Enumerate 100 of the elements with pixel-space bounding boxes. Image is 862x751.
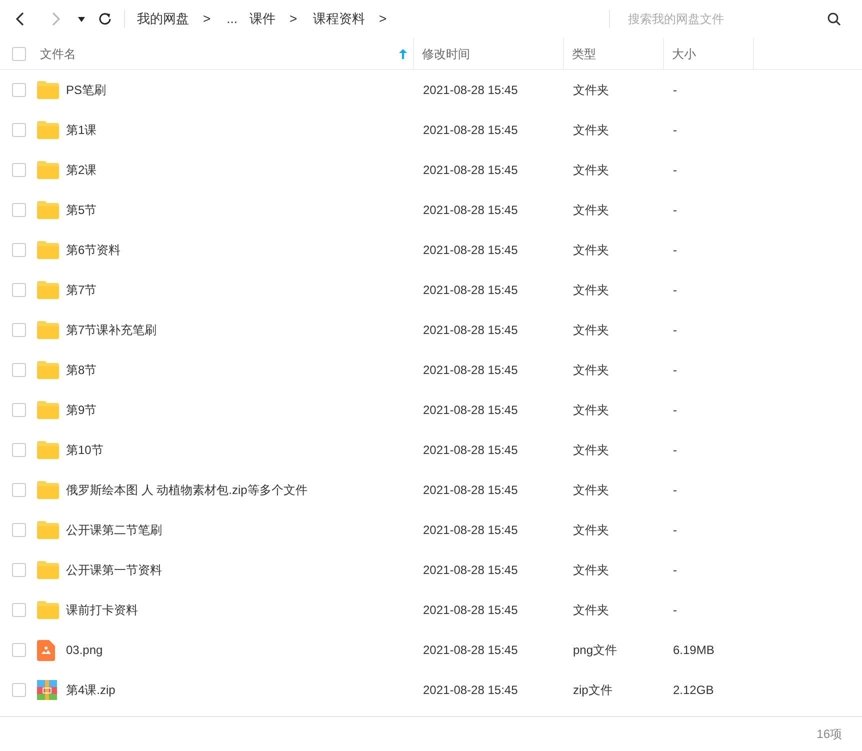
checkbox[interactable] <box>12 443 26 457</box>
caret-icon <box>78 16 85 22</box>
file-name-link[interactable]: PS笔刷 <box>66 81 106 99</box>
folder-icon <box>37 161 59 179</box>
checkbox[interactable] <box>12 123 26 137</box>
file-size: - <box>673 83 677 97</box>
refresh-button[interactable] <box>98 12 112 26</box>
file-name-link[interactable]: 第8节 <box>66 361 97 379</box>
checkbox[interactable] <box>12 603 26 617</box>
modified-time: 2021-08-28 15:45 <box>423 323 518 337</box>
file-name-link[interactable]: 第10节 <box>66 441 104 459</box>
history-dropdown[interactable] <box>78 15 86 23</box>
file-name-link[interactable]: 公开课第一节资料 <box>66 561 162 579</box>
archive-icon <box>37 680 57 700</box>
modified-time: 2021-08-28 15:45 <box>423 403 518 417</box>
file-size: - <box>673 603 677 617</box>
back-icon <box>15 12 25 26</box>
breadcrumb-separator: > <box>379 10 387 28</box>
file-type: 文件夹 <box>573 363 609 377</box>
checkbox[interactable] <box>12 483 26 497</box>
column-header[interactable]: 大小 <box>664 38 754 69</box>
search-icon <box>827 12 841 26</box>
file-size: - <box>673 323 677 337</box>
checkbox[interactable] <box>12 363 26 377</box>
breadcrumb-link[interactable]: ... <box>226 9 238 29</box>
file-name-link[interactable]: 课前打卡资料 <box>66 601 138 619</box>
file-size: - <box>673 163 677 177</box>
search-button[interactable] <box>826 11 842 27</box>
breadcrumb-separator: > <box>289 10 298 28</box>
column-header[interactable]: 类型 <box>564 38 664 69</box>
checkbox[interactable] <box>12 683 26 697</box>
modified-time: 2021-08-28 15:45 <box>423 443 518 457</box>
file-size: - <box>673 483 677 497</box>
checkbox[interactable] <box>12 523 26 537</box>
column-header[interactable]: 文件名 <box>37 38 414 69</box>
modified-time: 2021-08-28 15:45 <box>423 603 518 617</box>
modified-time: 2021-08-28 15:45 <box>423 683 518 697</box>
file-name-link[interactable]: 第7节 <box>66 281 97 299</box>
file-type: 文件夹 <box>573 523 609 537</box>
modified-time: 2021-08-28 15:45 <box>423 123 518 137</box>
column-header[interactable]: 修改时间 <box>414 38 564 69</box>
file-type: 文件夹 <box>573 243 609 257</box>
folder-icon <box>37 401 59 419</box>
file-size: - <box>673 563 677 577</box>
file-name-link[interactable]: 第6节资料 <box>66 241 121 259</box>
breadcrumb-link[interactable]: 我的网盘 <box>137 9 189 29</box>
checkbox[interactable] <box>12 163 26 177</box>
file-name-link[interactable]: 俄罗斯绘本图 人 动植物素材包.zip等多个文件 <box>66 481 308 499</box>
file-type: 文件夹 <box>573 83 609 97</box>
folder-icon <box>37 521 59 539</box>
file-size: - <box>673 403 677 417</box>
file-type: 文件夹 <box>573 603 609 617</box>
folder-icon <box>37 361 59 379</box>
modified-time: 2021-08-28 15:45 <box>423 283 518 297</box>
checkbox[interactable] <box>12 203 26 217</box>
modified-time: 2021-08-28 15:45 <box>423 243 518 257</box>
refresh-icon <box>98 12 112 26</box>
item-count: 16项 <box>816 726 842 742</box>
file-type: 文件夹 <box>573 563 609 577</box>
file-name-link[interactable]: 第4课.zip <box>66 681 116 699</box>
file-name-link[interactable]: 第9节 <box>66 401 97 419</box>
file-type: 文件夹 <box>573 323 609 337</box>
folder-icon <box>37 481 59 499</box>
modified-time: 2021-08-28 15:45 <box>423 203 518 217</box>
folder-icon <box>37 201 59 219</box>
checkbox[interactable] <box>12 83 26 97</box>
file-name-link[interactable]: 第1课 <box>66 121 97 139</box>
file-size: - <box>673 283 677 297</box>
checkbox[interactable] <box>12 243 26 257</box>
folder-icon <box>37 441 59 459</box>
checkbox[interactable] <box>12 323 26 337</box>
checkbox[interactable] <box>12 283 26 297</box>
file-name-link[interactable]: 第5节 <box>66 201 97 219</box>
breadcrumb-link[interactable]: 课程资料 <box>313 9 366 29</box>
file-type: 文件夹 <box>573 443 609 457</box>
file-name-link[interactable]: 第2课 <box>66 161 97 179</box>
modified-time: 2021-08-28 15:45 <box>423 643 518 657</box>
checkbox[interactable] <box>12 46 26 60</box>
search-field[interactable]: 搜索我的网盘文件 <box>616 10 826 28</box>
checkbox[interactable] <box>12 643 26 657</box>
file-type: 文件夹 <box>573 163 609 177</box>
file-size: - <box>673 243 677 257</box>
breadcrumb-link[interactable]: 课件 <box>249 9 276 29</box>
modified-time: 2021-08-28 15:45 <box>423 483 518 497</box>
file-type: png文件 <box>573 643 618 657</box>
folder-icon <box>37 81 59 99</box>
file-size: - <box>673 203 677 217</box>
file-name-link[interactable]: 公开课第二节笔刷 <box>66 521 162 539</box>
file-type: zip文件 <box>573 683 612 697</box>
modified-time: 2021-08-28 15:45 <box>423 83 518 97</box>
checkbox[interactable] <box>12 563 26 577</box>
checkbox[interactable] <box>12 403 26 417</box>
file-size: - <box>673 123 677 137</box>
file-size: - <box>673 523 677 537</box>
file-name-link[interactable]: 第7节课补充笔刷 <box>66 321 157 339</box>
file-type: 文件夹 <box>573 483 609 497</box>
folder-icon <box>37 561 59 579</box>
folder-icon <box>37 281 59 299</box>
file-name-link[interactable]: 03.png <box>66 641 103 659</box>
modified-time: 2021-08-28 15:45 <box>423 523 518 537</box>
